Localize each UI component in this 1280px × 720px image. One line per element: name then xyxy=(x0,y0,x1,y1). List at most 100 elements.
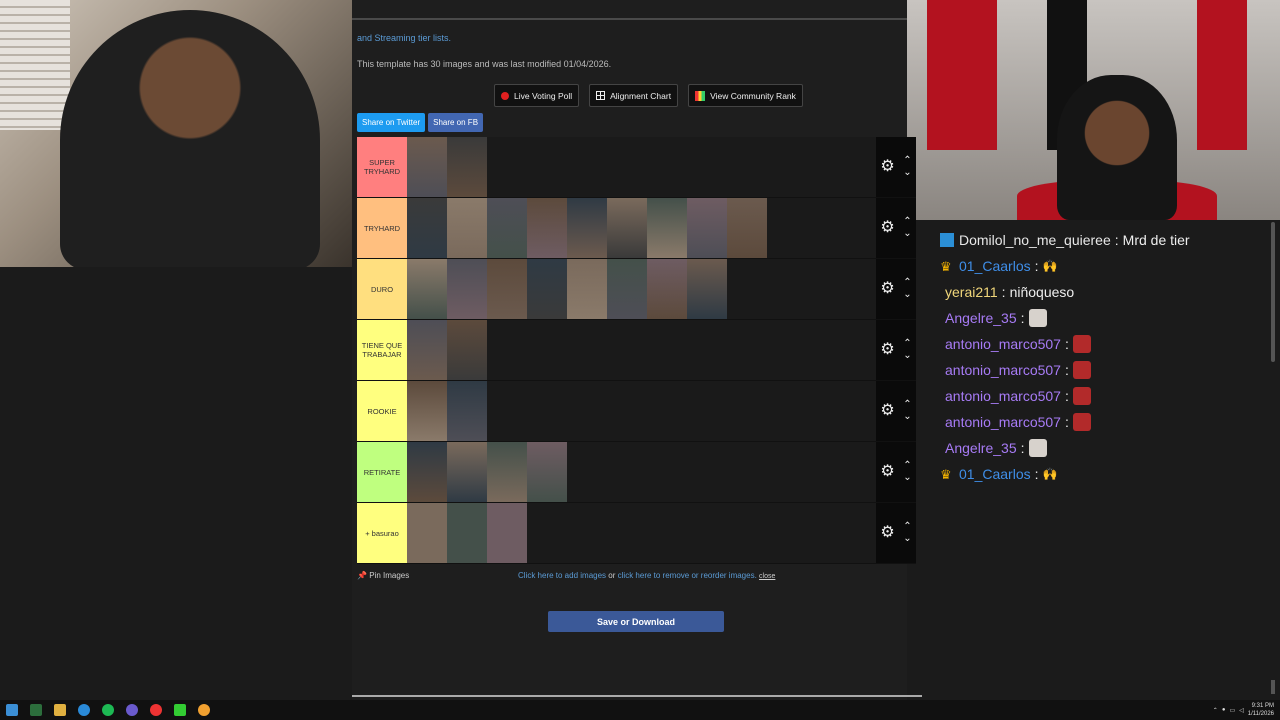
tier-image[interactable] xyxy=(567,198,607,258)
tier-image[interactable] xyxy=(407,320,447,380)
tier-image[interactable] xyxy=(487,503,527,563)
record-app-icon[interactable] xyxy=(150,704,162,716)
chevron-up-icon[interactable]: ⌃ xyxy=(903,338,911,350)
chat-username[interactable]: antonio_marco507 xyxy=(945,362,1061,378)
chat-scrollbar[interactable] xyxy=(1271,222,1275,362)
community-rank-button[interactable]: View Community Rank xyxy=(688,84,803,107)
clock[interactable]: 9:31 PM 1/11/2026 xyxy=(1248,702,1274,718)
tier-image[interactable] xyxy=(407,198,447,258)
chevron-up-icon[interactable]: ⌃ xyxy=(903,277,911,289)
tier-image[interactable] xyxy=(727,198,767,258)
chevron-up-icon[interactable]: ⌃ xyxy=(903,399,911,411)
tier-image[interactable] xyxy=(647,259,687,319)
chevron-down-icon[interactable]: ⌄ xyxy=(903,472,911,484)
tier-image[interactable] xyxy=(487,442,527,502)
gear-icon[interactable]: ⚙ xyxy=(880,342,894,358)
chat-username[interactable]: 01_Caarlos xyxy=(959,466,1031,482)
tier-label[interactable]: SUPER TRYHARD xyxy=(357,137,407,197)
chevron-down-icon[interactable]: ⌄ xyxy=(903,167,911,179)
tier-image[interactable] xyxy=(407,503,447,563)
tier-image[interactable] xyxy=(447,137,487,197)
tier-image[interactable] xyxy=(447,503,487,563)
tier-image[interactable] xyxy=(687,198,727,258)
tier-label[interactable]: TIENE QUE TRABAJAR xyxy=(357,320,407,380)
tier-image[interactable] xyxy=(647,198,687,258)
tier-label[interactable]: RETIRATE xyxy=(357,442,407,502)
edge-icon[interactable] xyxy=(78,704,90,716)
gear-icon[interactable]: ⚙ xyxy=(880,159,894,175)
add-images-link[interactable]: Click here to add images xyxy=(518,571,606,580)
tier-image[interactable] xyxy=(407,259,447,319)
network-icon[interactable]: ▭ xyxy=(1229,707,1235,714)
gear-icon[interactable]: ⚙ xyxy=(880,220,894,236)
tier-items[interactable] xyxy=(407,381,876,441)
discord-icon[interactable] xyxy=(126,704,138,716)
tier-image[interactable] xyxy=(447,381,487,441)
live-voting-button[interactable]: Live Voting Poll xyxy=(494,84,580,107)
tier-image[interactable] xyxy=(687,259,727,319)
kick-icon[interactable] xyxy=(174,704,186,716)
tier-image[interactable] xyxy=(487,198,527,258)
chat-username[interactable]: antonio_marco507 xyxy=(945,388,1061,404)
gear-icon[interactable]: ⚙ xyxy=(880,464,894,480)
tier-label[interactable]: ROOKIE xyxy=(357,381,407,441)
tier-label[interactable]: TRYHARD xyxy=(357,198,407,258)
page-scrollbar[interactable] xyxy=(352,695,922,697)
chat-username[interactable]: Angelre_35 xyxy=(945,310,1017,326)
streaming-link[interactable]: and Streaming tier lists. xyxy=(357,33,451,43)
chevron-down-icon[interactable]: ⌄ xyxy=(903,411,911,423)
folder-icon[interactable] xyxy=(54,704,66,716)
share-twitter-button[interactable]: Share on Twitter xyxy=(357,113,426,132)
chevron-down-icon[interactable]: ⌄ xyxy=(903,289,911,301)
chevron-up-icon[interactable]: ⌃ xyxy=(903,521,911,533)
tier-label[interactable]: + basurao xyxy=(357,503,407,563)
tier-image[interactable] xyxy=(527,198,567,258)
tier-image[interactable] xyxy=(407,442,447,502)
chat-username[interactable]: Angelre_35 xyxy=(945,440,1017,456)
close-link[interactable]: close xyxy=(759,573,775,580)
spotify-icon[interactable] xyxy=(102,704,114,716)
tier-image[interactable] xyxy=(487,259,527,319)
tier-image[interactable] xyxy=(447,259,487,319)
remove-images-link[interactable]: click here to remove or reorder images. xyxy=(618,571,757,580)
tier-items[interactable] xyxy=(407,320,876,380)
gear-icon[interactable]: ⚙ xyxy=(880,281,894,297)
tier-image[interactable] xyxy=(567,259,607,319)
chat-username[interactable]: yerai211 xyxy=(945,284,998,300)
chevron-up-icon[interactable]: ⌃ xyxy=(1213,707,1218,714)
tier-image[interactable] xyxy=(447,442,487,502)
save-download-button[interactable]: Save or Download xyxy=(548,611,724,632)
share-facebook-button[interactable]: Share on FB xyxy=(428,113,484,132)
chevron-up-icon[interactable]: ⌃ xyxy=(903,216,911,228)
tier-image[interactable] xyxy=(447,320,487,380)
tier-items[interactable] xyxy=(407,198,876,258)
tier-image[interactable] xyxy=(407,137,447,197)
gear-icon[interactable]: ⚙ xyxy=(880,403,894,419)
mic-icon[interactable]: ● xyxy=(1222,707,1226,713)
tier-label[interactable]: DURO xyxy=(357,259,407,319)
pin-images[interactable]: 📌 Pin Images xyxy=(357,571,409,580)
tier-items[interactable] xyxy=(407,442,876,502)
terminal-icon[interactable] xyxy=(30,704,42,716)
volume-icon[interactable]: ◁ xyxy=(1239,707,1244,714)
windows-start-icon[interactable] xyxy=(6,704,18,716)
tier-image[interactable] xyxy=(527,259,567,319)
tier-image[interactable] xyxy=(527,442,567,502)
chat-username[interactable]: Domilol_no_me_quieree xyxy=(959,232,1111,248)
chat-scrollbar-bottom[interactable] xyxy=(1271,680,1275,694)
gear-icon[interactable]: ⚙ xyxy=(880,525,894,541)
chat-username[interactable]: antonio_marco507 xyxy=(945,336,1061,352)
chat-username[interactable]: 01_Caarlos xyxy=(959,258,1031,274)
tier-image[interactable] xyxy=(407,381,447,441)
chrome-icon[interactable] xyxy=(198,704,210,716)
tier-image[interactable] xyxy=(607,198,647,258)
chat-username[interactable]: antonio_marco507 xyxy=(945,414,1061,430)
chevron-down-icon[interactable]: ⌄ xyxy=(903,228,911,240)
tier-items[interactable] xyxy=(407,137,876,197)
tier-image[interactable] xyxy=(607,259,647,319)
chevron-down-icon[interactable]: ⌄ xyxy=(903,533,911,545)
tier-image[interactable] xyxy=(447,198,487,258)
chevron-down-icon[interactable]: ⌄ xyxy=(903,350,911,362)
tier-items[interactable] xyxy=(407,503,876,563)
chevron-up-icon[interactable]: ⌃ xyxy=(903,460,911,472)
